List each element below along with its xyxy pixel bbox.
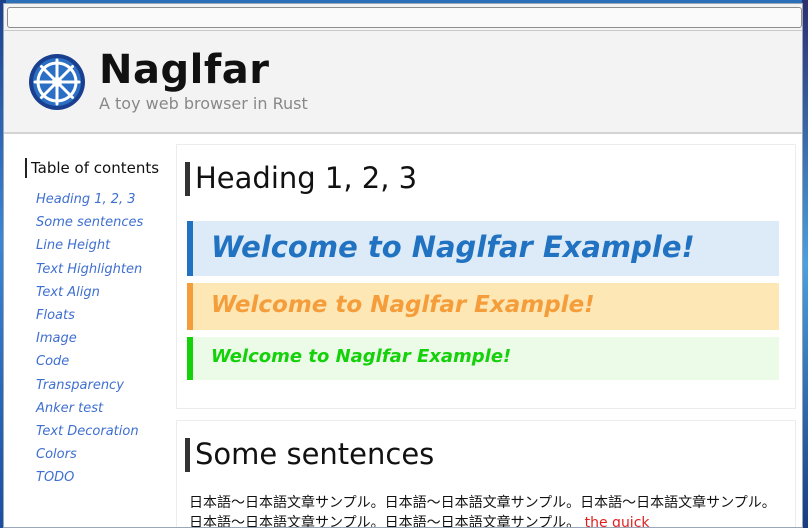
sample-paragraph: 日本語〜日本語文章サンプル。日本語〜日本語文章サンプル。日本語〜日本語文章サンプ…: [189, 493, 779, 528]
section-heading-card: Heading 1, 2, 3 Welcome to Naglfar Examp…: [176, 144, 796, 409]
heading-accent-bar: [185, 162, 190, 196]
section-sentences-card: Some sentences 日本語〜日本語文章サンプル。日本語〜日本語文章サン…: [176, 420, 796, 528]
site-subtitle: A toy web browser in Rust: [99, 94, 308, 113]
toc-title: Table of contents: [25, 158, 159, 178]
welcome-banner-h3: Welcome to Naglfar Example!: [187, 337, 779, 380]
welcome-text-h2: Welcome to Naglfar Example!: [211, 292, 595, 318]
toc-link-line-height[interactable]: Line Height: [36, 234, 143, 257]
section-heading: Heading 1, 2, 3: [195, 161, 418, 195]
toc-link-floats[interactable]: Floats: [36, 304, 143, 327]
toc-link-code[interactable]: Code: [36, 350, 143, 373]
site-title: Naglfar: [99, 47, 270, 93]
toc-link-text-decoration[interactable]: Text Decoration: [36, 420, 143, 443]
toolbar: [4, 4, 802, 31]
toc-link-image[interactable]: Image: [36, 327, 143, 350]
toc-link-colors[interactable]: Colors: [36, 443, 143, 466]
url-input[interactable]: [7, 7, 802, 28]
ship-wheel-logo-icon: [29, 54, 85, 110]
browser-window: Naglfar A toy web browser in Rust Table …: [3, 3, 803, 528]
toc-link-todo[interactable]: TODO: [36, 466, 143, 489]
welcome-text-h3: Welcome to Naglfar Example!: [211, 346, 512, 367]
toc-link-transparency[interactable]: Transparency: [36, 374, 143, 397]
toc-link-some-sentences[interactable]: Some sentences: [36, 211, 143, 234]
toc-link-heading[interactable]: Heading 1, 2, 3: [36, 188, 143, 211]
red-text: the quick: [584, 515, 650, 528]
toc-link-anker-test[interactable]: Anker test: [36, 397, 143, 420]
table-of-contents: Table of contents Heading 1, 2, 3 Some s…: [22, 154, 174, 527]
paragraph-text: 日本語〜日本語文章サンプル。日本語〜日本語文章サンプル。日本語〜日本語文章サンプ…: [189, 495, 776, 528]
section-heading: Some sentences: [195, 437, 435, 471]
welcome-banner-h2: Welcome to Naglfar Example!: [187, 283, 779, 330]
welcome-banner-h1: Welcome to Naglfar Example!: [187, 221, 779, 276]
toc-link-text-highlighten[interactable]: Text Highlighten: [36, 258, 143, 281]
toc-link-text-align[interactable]: Text Align: [36, 281, 143, 304]
site-header: Naglfar A toy web browser in Rust: [4, 31, 802, 134]
toc-list: Heading 1, 2, 3 Some sentences Line Heig…: [36, 188, 143, 489]
heading-accent-bar: [185, 438, 190, 472]
welcome-text-h1: Welcome to Naglfar Example!: [211, 230, 695, 264]
